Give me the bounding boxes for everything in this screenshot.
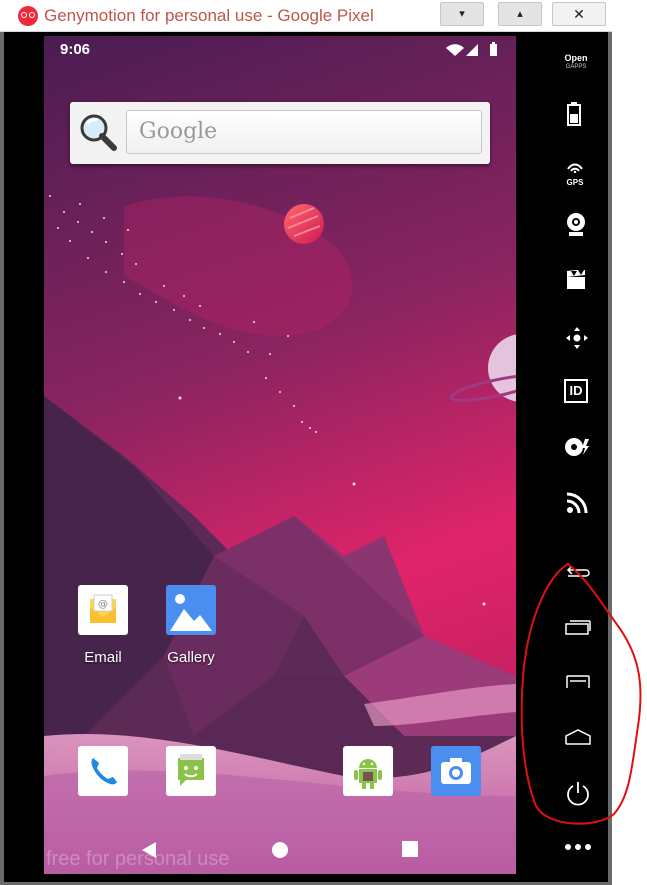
dock-camera[interactable]	[411, 746, 501, 796]
camera-icon[interactable]	[431, 746, 481, 796]
status-bar: 9:06	[44, 36, 516, 62]
identifiers-label: ID	[569, 383, 583, 398]
opengapps-sub-label: GAPPS	[565, 64, 587, 70]
menu-icon[interactable]	[564, 674, 592, 690]
watermark-text: free for personal use	[46, 848, 230, 870]
clock: 9:06	[60, 41, 91, 58]
recent-apps-icon[interactable]	[564, 618, 592, 636]
disk-io-icon[interactable]	[564, 436, 590, 458]
home-icon[interactable]	[270, 840, 290, 860]
dock-android-app[interactable]	[323, 746, 413, 796]
minimize-button[interactable]: ▾	[440, 2, 484, 26]
home-icon[interactable]	[564, 728, 592, 746]
power-icon[interactable]	[565, 780, 591, 806]
search-input[interactable]: Google	[126, 110, 482, 154]
battery-icon	[490, 42, 497, 56]
close-button[interactable]: ✕	[552, 2, 606, 26]
title-bar: Genymotion for personal use - Google Pix…	[0, 0, 612, 32]
status-icons	[446, 42, 497, 56]
webcam-icon[interactable]	[565, 212, 587, 238]
battery-icon[interactable]	[567, 102, 581, 126]
phone-icon[interactable]	[78, 746, 128, 796]
remote-control-icon[interactable]	[565, 326, 589, 350]
svg-text:@: @	[98, 599, 108, 610]
wifi-icon	[446, 44, 464, 56]
gps-button[interactable]: GPS	[560, 160, 590, 187]
search-placeholder: Google	[139, 119, 218, 144]
device-screen[interactable]: 9:06 Google @ Email Gallery free for per…	[44, 36, 516, 874]
dock-messaging[interactable]	[146, 746, 236, 796]
recents-icon[interactable]	[401, 840, 419, 858]
search-icon[interactable]	[78, 112, 118, 152]
network-icon[interactable]	[566, 492, 588, 514]
more-icon[interactable]	[564, 842, 592, 852]
signal-icon	[466, 44, 478, 56]
identifiers-icon[interactable]: ID	[564, 379, 588, 403]
screencast-icon[interactable]	[566, 270, 586, 290]
genymotion-toolbar: Open GAPPS GPS ID	[516, 36, 608, 882]
opengapps-label: Open	[564, 53, 588, 63]
gps-icon	[567, 163, 583, 174]
gps-label: GPS	[566, 178, 584, 187]
email-icon[interactable]: @	[78, 585, 128, 635]
app-label-gallery: Gallery	[167, 649, 215, 666]
gallery-icon[interactable]	[166, 585, 216, 635]
google-search-widget[interactable]: Google	[70, 102, 490, 164]
app-email[interactable]: @ Email	[58, 585, 148, 666]
messaging-icon[interactable]	[166, 746, 216, 796]
app-gallery[interactable]: Gallery	[146, 585, 236, 666]
maximize-button[interactable]: ▴	[498, 2, 542, 26]
opengapps-button[interactable]: Open GAPPS	[548, 54, 604, 72]
android-app-icon[interactable]	[343, 746, 393, 796]
window-title: Genymotion for personal use - Google Pix…	[44, 6, 374, 25]
app-label-email: Email	[84, 649, 122, 666]
genymotion-logo	[18, 6, 38, 26]
back-icon[interactable]	[564, 562, 592, 580]
dock-phone[interactable]	[58, 746, 148, 796]
